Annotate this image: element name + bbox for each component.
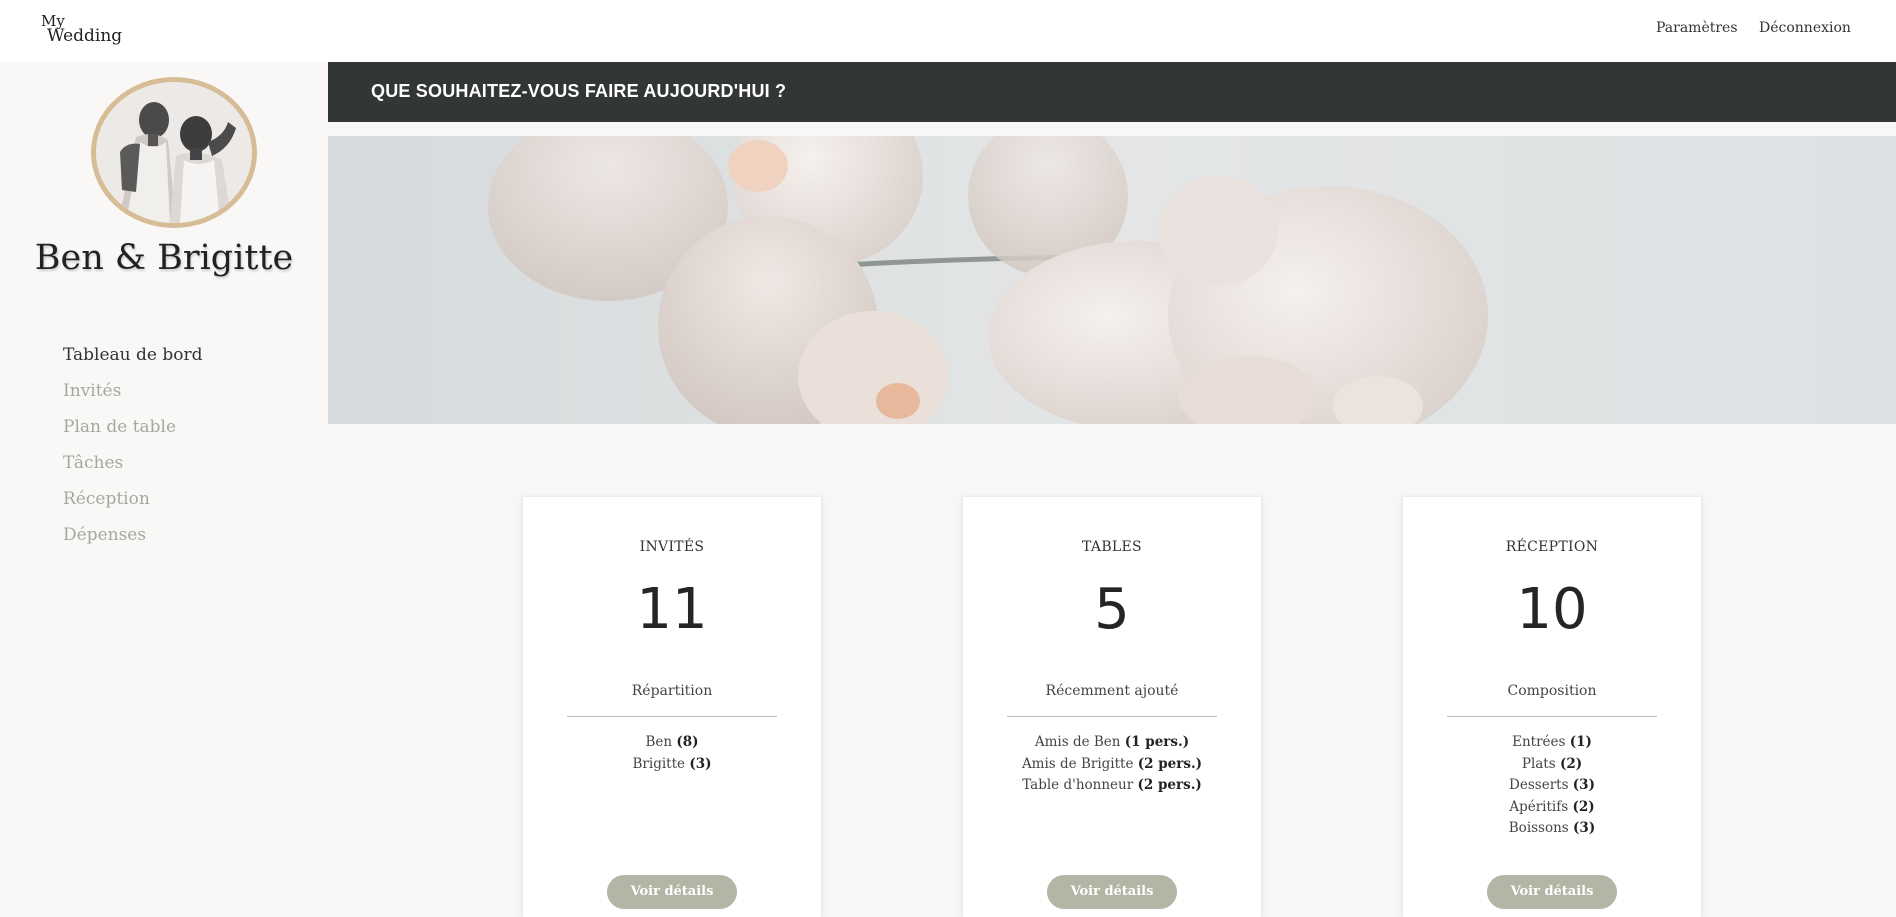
item-name: Apéritifs [1509, 798, 1569, 815]
card-subtitle: Répartition [631, 683, 713, 699]
card-list: Ben (8) Brigitte (3) [523, 732, 821, 775]
card-subtitle: Récemment ajouté [1045, 683, 1179, 699]
sidebar-item-seating-plan[interactable]: Plan de table [63, 409, 203, 445]
reception-card: RÉCEPTION 10 Composition Entrées (1) Pla… [1403, 497, 1701, 917]
list-item: Apéritifs (2) [1403, 797, 1701, 819]
card-list: Amis de Ben (1 pers.) Amis de Brigitte (… [963, 732, 1261, 797]
sidebar-item-tasks[interactable]: Tâches [63, 445, 203, 481]
couple-name: Ben & Brigitte [34, 238, 294, 278]
page-title: QUE SOUHAITEZ-VOUS FAIRE AUJOURD'HUI ? [371, 81, 787, 101]
card-count: 5 [1094, 577, 1130, 642]
tables-details-button[interactable]: Voir détails [1047, 875, 1177, 909]
item-name: Entrées [1512, 734, 1566, 750]
item-value: (2 pers.) [1137, 777, 1202, 793]
item-name: Table d'honneur [1022, 777, 1134, 793]
list-item: Boissons (3) [1403, 818, 1701, 840]
sidebar-item-expenses[interactable]: Dépenses [63, 517, 203, 553]
item-name: Ben [645, 734, 673, 750]
item-value: (3) [1572, 777, 1595, 793]
item-value: (8) [676, 734, 699, 750]
card-divider [1447, 716, 1657, 717]
sidebar-item-dashboard[interactable]: Tableau de bord [63, 337, 203, 373]
list-item: Ben (8) [523, 732, 821, 754]
avatar [91, 77, 257, 228]
list-item: Table d'honneur (2 pers.) [963, 775, 1261, 797]
item-name: Amis de Brigitte [1021, 755, 1134, 772]
reception-details-button[interactable]: Voir détails [1487, 875, 1617, 909]
item-name: Plats [1521, 755, 1556, 772]
item-value: (1) [1569, 734, 1592, 750]
item-name: Desserts [1509, 777, 1569, 793]
top-bar: My Wedding Paramètres Déconnexion [0, 0, 1896, 62]
list-item: Plats (2) [1403, 754, 1701, 776]
item-value: (2 pers.) [1137, 755, 1203, 772]
card-divider [1007, 716, 1217, 717]
sidebar-item-guests[interactable]: Invités [63, 373, 203, 409]
guests-card: INVITÉS 11 Répartition Ben (8) Brigitte … [523, 497, 821, 917]
list-item: Amis de Brigitte (2 pers.) [963, 754, 1261, 776]
orchid-banner-image [328, 136, 1896, 424]
sidebar-item-reception[interactable]: Réception [63, 481, 203, 517]
page-header: QUE SOUHAITEZ-VOUS FAIRE AUJOURD'HUI ? [328, 62, 1896, 122]
app-logo[interactable]: My Wedding [41, 14, 123, 46]
card-count: 11 [636, 577, 708, 642]
item-name: Amis de Ben [1034, 734, 1121, 750]
logout-link[interactable]: Déconnexion [1759, 20, 1851, 36]
item-value: (2) [1559, 755, 1583, 772]
list-item: Brigitte (3) [523, 754, 821, 776]
list-item: Entrées (1) [1403, 732, 1701, 754]
card-title: TABLES [1082, 539, 1142, 555]
guests-details-button[interactable]: Voir détails [607, 875, 737, 909]
hero-banner [328, 136, 1896, 424]
sidebar-nav: Tableau de bord Invités Plan de table Tâ… [63, 337, 203, 553]
item-name: Boissons [1508, 820, 1569, 836]
card-title: RÉCEPTION [1505, 539, 1599, 555]
list-item: Desserts (3) [1403, 775, 1701, 797]
item-value: (3) [689, 755, 712, 772]
couple-photo [96, 82, 252, 223]
card-subtitle: Composition [1507, 683, 1597, 699]
settings-link[interactable]: Paramètres [1656, 20, 1738, 36]
item-name: Brigitte [632, 755, 686, 772]
card-title: INVITÉS [639, 539, 705, 555]
card-list: Entrées (1) Plats (2) Desserts (3) Apéri… [1403, 732, 1701, 840]
card-count: 10 [1516, 577, 1588, 642]
list-item: Amis de Ben (1 pers.) [963, 732, 1261, 754]
sidebar: Ben & Brigitte Tableau de bord Invités P… [0, 62, 328, 906]
item-value: (3) [1573, 820, 1596, 836]
item-value: (1 pers.) [1124, 734, 1190, 750]
logo-line-2: Wedding [47, 26, 123, 46]
card-divider [567, 716, 777, 717]
item-value: (2) [1572, 798, 1595, 815]
tables-card: TABLES 5 Récemment ajouté Amis de Ben (1… [963, 497, 1261, 917]
